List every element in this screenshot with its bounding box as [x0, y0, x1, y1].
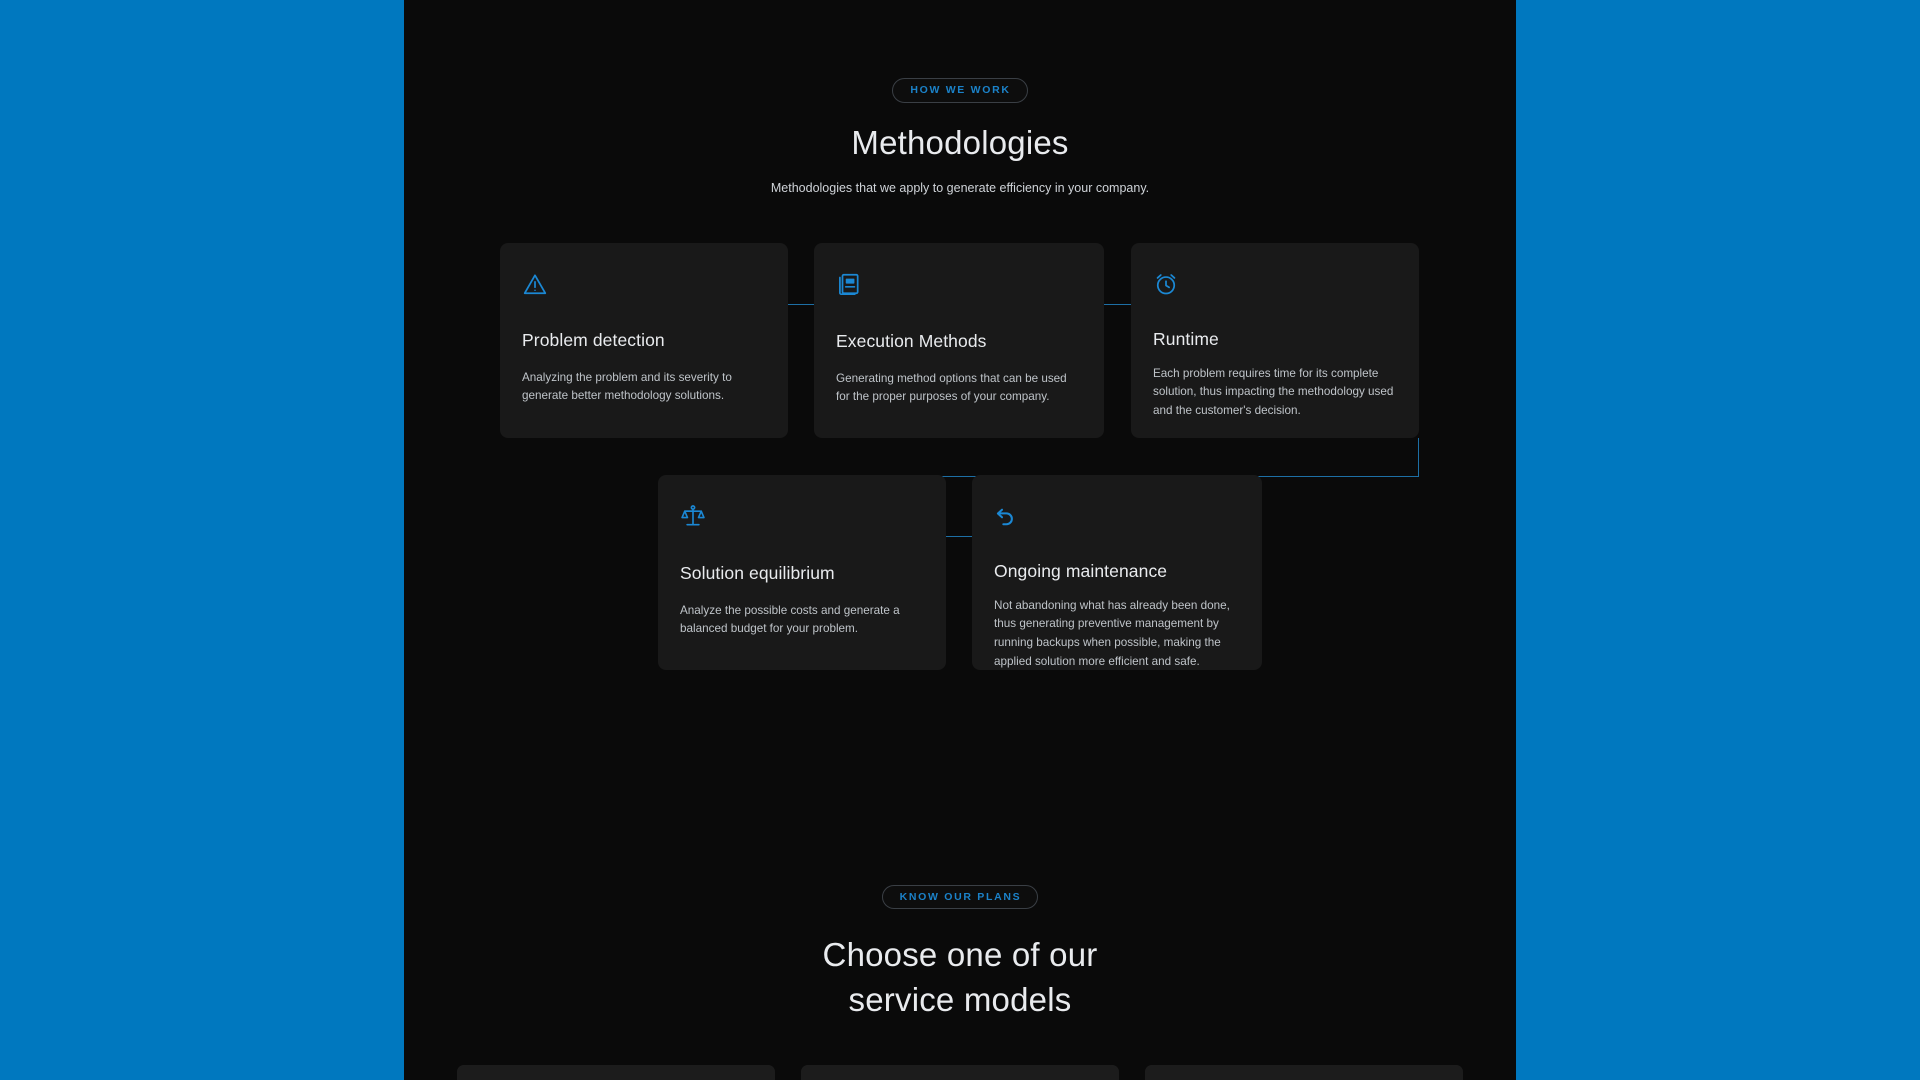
plan-header: Advanced plan Medium companies from 51 t…: [1145, 1064, 1463, 1080]
methodologies-title: Methodologies: [851, 123, 1069, 161]
plan-card-advanced[interactable]: Advanced plan Medium companies from 51 t…: [1145, 1064, 1463, 1080]
flow-card-title: Solution equilibrium: [680, 562, 835, 583]
flow-card-title: Ongoing maintenance: [994, 560, 1168, 581]
plans-badge: KNOW OUR PLANS: [881, 884, 1039, 909]
flow-card-description: Analyzing the problem and its severity t…: [522, 370, 732, 403]
alarm-clock-icon: [1153, 271, 1179, 297]
connector-card1-card2: [788, 303, 814, 305]
plan-header: Intermediate plan Indicated for small co…: [801, 1064, 1119, 1080]
undo-arrow-icon: [994, 503, 1020, 529]
flow-card-solution-equilibrium[interactable]: Solution equilibrium Analyze the possibl…: [658, 474, 946, 670]
flow-card-description: Not abandoning what has already been don…: [994, 598, 1230, 669]
plans-title: Choose one of our service models: [822, 936, 1098, 1018]
connector-card2-card3: [1104, 303, 1131, 305]
flow-card-ongoing-maintenance[interactable]: Ongoing maintenance Not abandoning what …: [972, 474, 1262, 670]
methodologies-header: HOW WE WORK Methodologies Methodologies …: [404, 78, 1516, 195]
flow-card-runtime[interactable]: Runtime Each problem requires time for i…: [1131, 242, 1419, 438]
methodologies-subtitle: Methodologies that we apply to generate …: [770, 180, 1150, 195]
flow-card-description: Analyze the possible costs and generate …: [680, 603, 900, 636]
methodologies-section: HOW WE WORK Methodologies Methodologies …: [404, 0, 1516, 670]
book-icon: [836, 271, 862, 297]
plan-card-intermediate[interactable]: Intermediate plan Indicated for small co…: [801, 1064, 1119, 1080]
connector-card4-card5: [946, 535, 972, 537]
flow-card-title: Runtime: [1153, 328, 1219, 349]
plans-header: KNOW OUR PLANS Choose one of our service…: [404, 884, 1516, 1023]
plan-card-basic[interactable]: Basic plan Indicated for small companies…: [457, 1064, 775, 1080]
flow-card-description: Each problem requires time for its compl…: [1153, 366, 1394, 418]
flow-card-description: Generating method options that can be us…: [836, 371, 1067, 404]
plan-header: Basic plan Indicated for small companies…: [457, 1064, 775, 1080]
plans-grid: Basic plan Indicated for small companies…: [404, 1064, 1516, 1080]
scales-icon: [680, 503, 706, 529]
flow-card-execution-methods[interactable]: Execution Methods Generating method opti…: [814, 242, 1104, 438]
methodologies-badge: HOW WE WORK: [892, 78, 1028, 103]
page-panel: HOW WE WORK Methodologies Methodologies …: [404, 0, 1516, 1080]
connector-card3-down: [1418, 437, 1419, 477]
flow-card-problem-detection[interactable]: Problem detection Analyzing the problem …: [500, 242, 788, 438]
flow-card-title: Problem detection: [522, 329, 665, 350]
warning-triangle-icon: [522, 271, 548, 297]
plans-section: KNOW OUR PLANS Choose one of our service…: [404, 663, 1516, 1080]
methodologies-flow-diagram: Problem detection Analyzing the problem …: [404, 242, 1516, 670]
flow-card-title: Execution Methods: [836, 330, 987, 351]
